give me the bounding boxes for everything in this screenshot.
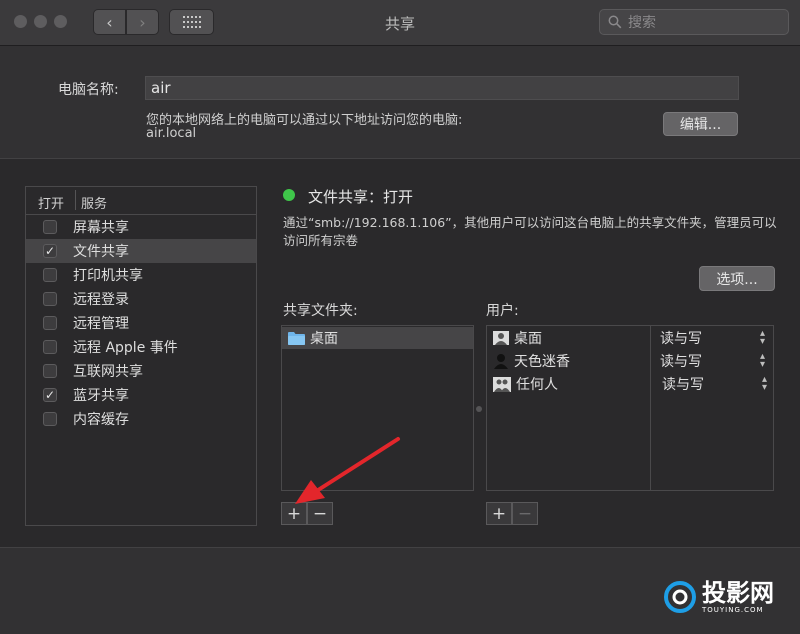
services-list: 打开 服务 屏幕共享 ✓ 文件共享打印机共享远程登录远程管理远程 Apple 事件互… <box>25 186 257 526</box>
folder-name: 桌面 <box>310 331 338 347</box>
header-divider <box>75 190 76 210</box>
watermark-circle-icon <box>664 581 696 613</box>
search-icon <box>608 15 622 29</box>
annotation-arrow <box>295 437 400 504</box>
computer-name-field[interactable]: air <box>145 76 739 100</box>
file-sharing-status: 文件共享：打开 <box>308 188 414 206</box>
service-checkbox[interactable] <box>43 316 57 330</box>
options-button[interactable]: 选项... <box>699 266 775 291</box>
user-row[interactable]: 天色迷香 读与写 ▴ ▾ <box>487 350 773 372</box>
service-label: 互联网共享 <box>73 364 143 380</box>
watermark-logo: 投影网 TOUYING.COM <box>663 580 774 614</box>
header-service: 服务 <box>81 197 108 212</box>
search-field[interactable]: 搜索 <box>599 9 789 35</box>
service-label: 远程 Apple 事件 <box>73 340 178 356</box>
watermark-text: 投影网 <box>702 579 774 607</box>
updown-chevron-icon[interactable]: ▴ ▾ <box>760 352 765 370</box>
service-label: 内容缓存 <box>73 412 129 428</box>
group-icon <box>493 376 511 392</box>
permission-select[interactable]: 读与写 <box>660 351 760 371</box>
updown-chevron-icon[interactable]: ▴ ▾ <box>762 375 767 393</box>
permission-select[interactable]: 读与写 <box>662 374 762 394</box>
add-user-button[interactable]: + <box>486 502 512 525</box>
users-list: 桌面 读与写 ▴ ▾ 天色迷香 读与写 ▴ ▾ 任何人 读与写 ▴ ▾ <box>486 325 774 491</box>
service-checkbox[interactable] <box>43 340 57 354</box>
folder-icon <box>288 332 305 345</box>
service-row[interactable]: ✓ 文件共享 <box>26 239 256 263</box>
updown-chevron-icon[interactable]: ▴ ▾ <box>760 329 765 347</box>
user-silhouette-icon <box>493 353 509 369</box>
service-label: 打印机共享 <box>73 268 143 284</box>
computer-name-label: 电脑名称: <box>58 82 119 98</box>
service-row[interactable]: 远程登录 <box>26 287 256 311</box>
service-checkbox[interactable]: ✓ <box>43 244 57 258</box>
file-sharing-description: 通过“smb://192.168.1.106”，其他用户可以访问这台电脑上的共享… <box>283 215 777 248</box>
user-name: 天色迷香 <box>514 354 570 370</box>
service-checkbox[interactable]: ✓ <box>43 388 57 402</box>
service-checkbox[interactable] <box>43 364 57 378</box>
service-label: 文件共享 <box>73 244 129 260</box>
edit-button[interactable]: 编辑... <box>663 112 738 136</box>
service-row[interactable]: 远程管理 <box>26 311 256 335</box>
service-label: 屏幕共享 <box>73 220 129 236</box>
service-checkbox[interactable] <box>43 292 57 306</box>
service-row[interactable]: 屏幕共享 <box>26 215 256 239</box>
user-row[interactable]: 桌面 读与写 ▴ ▾ <box>487 327 773 349</box>
user-name: 任何人 <box>516 377 558 393</box>
folder-item[interactable]: 桌面 <box>282 327 473 349</box>
header-on: 打开 <box>38 197 65 212</box>
computer-address: air.local <box>146 126 197 141</box>
users-label: 用户: <box>486 303 519 319</box>
status-indicator <box>283 189 295 201</box>
service-label: 远程管理 <box>73 316 129 332</box>
service-label: 远程登录 <box>73 292 129 308</box>
remove-user-button[interactable]: − <box>512 502 538 525</box>
service-row[interactable]: ✓ 蓝牙共享 <box>26 383 256 407</box>
user-row[interactable]: 任何人 读与写 ▴ ▾ <box>487 373 773 395</box>
service-label: 蓝牙共享 <box>73 388 129 404</box>
service-row[interactable]: 打印机共享 <box>26 263 256 287</box>
service-checkbox[interactable] <box>43 268 57 282</box>
service-row[interactable]: 互联网共享 <box>26 359 256 383</box>
service-row[interactable]: 内容缓存 <box>26 407 256 431</box>
shared-folders-label: 共享文件夹: <box>283 303 358 319</box>
split-handle[interactable] <box>476 406 482 412</box>
service-row[interactable]: 远程 Apple 事件 <box>26 335 256 359</box>
service-checkbox[interactable] <box>43 412 57 426</box>
permission-select[interactable]: 读与写 <box>660 328 760 348</box>
service-checkbox[interactable] <box>43 220 57 234</box>
search-placeholder: 搜索 <box>628 15 656 31</box>
services-header: 打开 服务 <box>26 187 256 215</box>
watermark-sub: TOUYING.COM <box>702 606 764 614</box>
user-single-icon <box>493 331 509 345</box>
user-name: 桌面 <box>514 331 542 347</box>
